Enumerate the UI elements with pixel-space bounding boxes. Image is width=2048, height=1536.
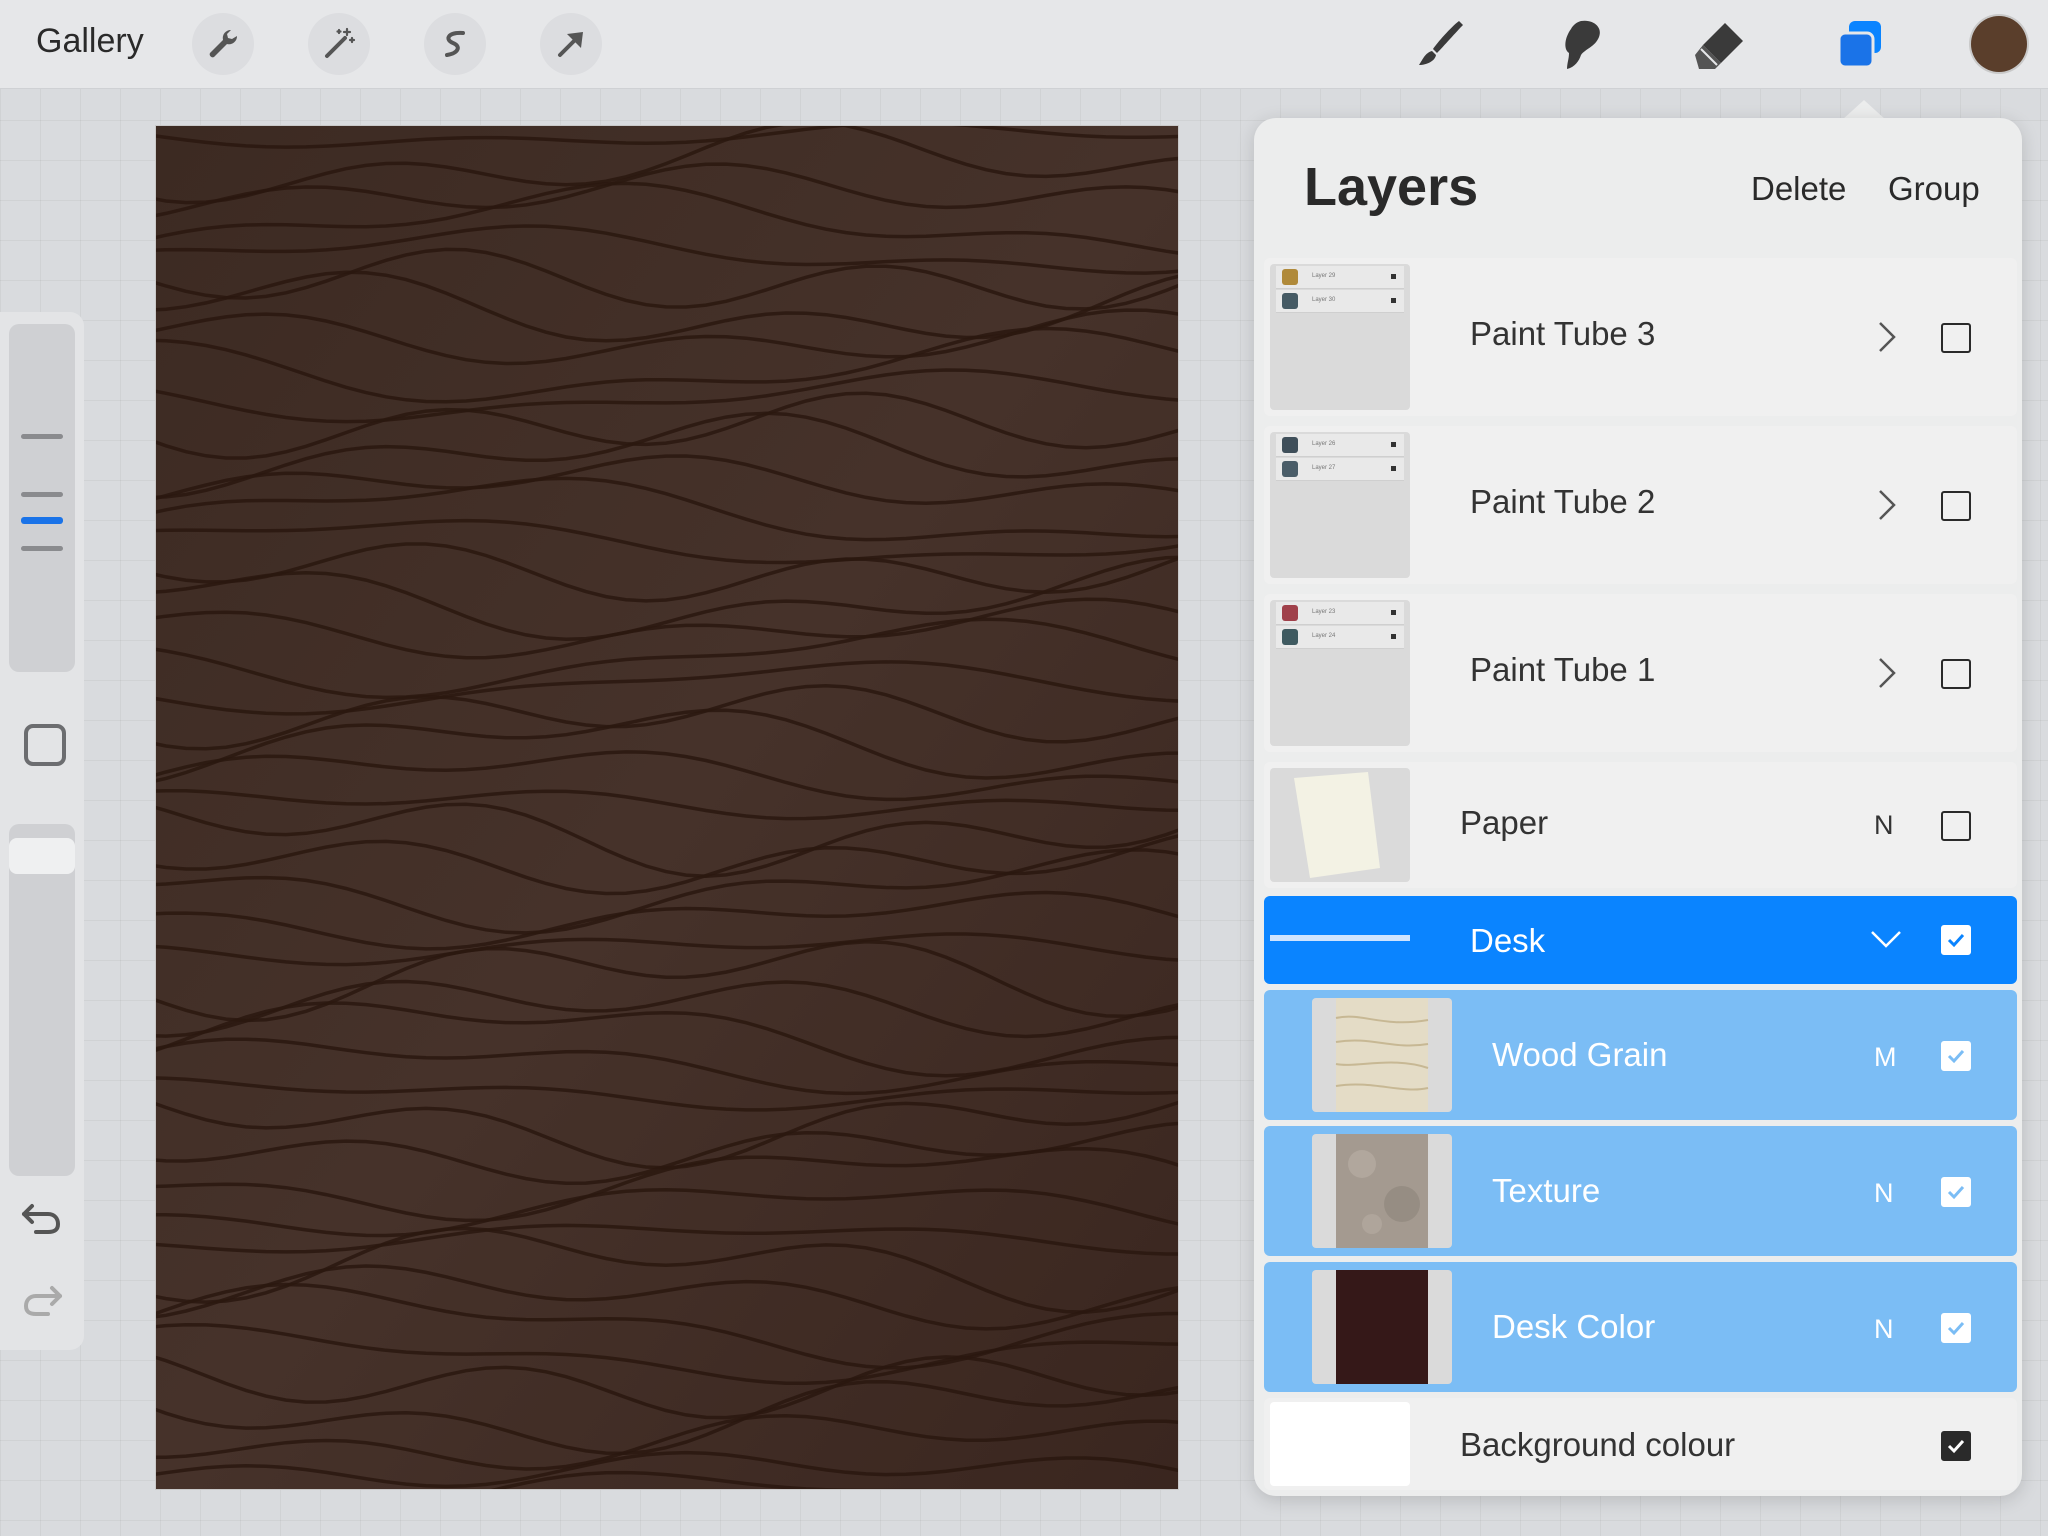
- top-toolbar: Gallery: [0, 0, 2048, 89]
- brush-icon[interactable]: [1408, 14, 1472, 74]
- layer-group-row[interactable]: Layer 29 Layer 30 Paint Tube 3: [1264, 258, 2017, 416]
- mini-layer-row: Layer 30: [1276, 290, 1404, 313]
- drawing-canvas[interactable]: [155, 125, 1179, 1490]
- size-tick: [21, 434, 63, 439]
- brush-size-slider[interactable]: [9, 324, 75, 672]
- layer-name: Texture: [1492, 1172, 1601, 1209]
- mini-layer-row: Layer 23: [1276, 602, 1404, 625]
- layer-name: Background colour: [1460, 1426, 1736, 1463]
- checkmark-icon: [1947, 933, 1965, 948]
- layer-visibility-checkbox[interactable]: [1941, 1431, 1971, 1461]
- wrench-icon[interactable]: [192, 13, 254, 75]
- layer-row-child[interactable]: Wood Grain M: [1264, 990, 2017, 1120]
- layer-visibility-checkbox[interactable]: [1941, 1313, 1971, 1343]
- layer-thumbnail: Layer 26 Layer 27: [1270, 432, 1410, 578]
- chevron-down-icon[interactable]: [1868, 920, 1904, 960]
- eraser-icon[interactable]: [1688, 14, 1752, 74]
- magic-wand-icon[interactable]: [308, 13, 370, 75]
- checkmark-icon: [1947, 1185, 1965, 1200]
- chevron-right-icon[interactable]: [1872, 653, 1900, 693]
- checkmark-icon: [1947, 1049, 1965, 1064]
- layer-name: Wood Grain: [1492, 1036, 1668, 1073]
- layer-name: Paint Tube 3: [1470, 315, 1656, 352]
- color-picker-swatch[interactable]: [1971, 16, 2027, 72]
- layer-thumbnail: Layer 29 Layer 30: [1270, 264, 1410, 410]
- layer-row-child[interactable]: Desk Color N: [1264, 1262, 2017, 1392]
- layer-visibility-checkbox[interactable]: [1941, 323, 1971, 353]
- size-tick: [21, 546, 63, 551]
- layer-name: Desk Color: [1492, 1308, 1656, 1345]
- mini-layer-row: Layer 26: [1276, 434, 1404, 457]
- opacity-slider-handle[interactable]: [9, 838, 75, 874]
- layer-visibility-checkbox[interactable]: [1941, 491, 1971, 521]
- mini-layer-row: Layer 29: [1276, 266, 1404, 289]
- selection-icon[interactable]: [424, 13, 486, 75]
- layer-row[interactable]: Paper N: [1264, 762, 2017, 888]
- transform-arrow-icon[interactable]: [540, 13, 602, 75]
- blend-mode-label[interactable]: N: [1874, 810, 1894, 841]
- mini-layer-row: Layer 27: [1276, 458, 1404, 481]
- smudge-icon[interactable]: [1548, 14, 1612, 74]
- group-collapsed-bar: [1270, 935, 1410, 941]
- layer-group-row[interactable]: Layer 23 Layer 24 Paint Tube 1: [1264, 594, 2017, 752]
- layer-name: Desk: [1470, 922, 1546, 959]
- texture-thumbnail-art: [1336, 1134, 1428, 1248]
- chevron-right-icon[interactable]: [1872, 485, 1900, 525]
- layer-thumbnail: [1312, 1134, 1452, 1248]
- layer-visibility-checkbox[interactable]: [1941, 811, 1971, 841]
- mini-layer-row: Layer 24: [1276, 626, 1404, 649]
- checkmark-icon: [1947, 1321, 1965, 1336]
- layer-visibility-checkbox[interactable]: [1941, 1177, 1971, 1207]
- layer-name: Paint Tube 1: [1470, 651, 1656, 688]
- wood-grain-thumbnail-art: [1335, 998, 1429, 1112]
- group-button[interactable]: Group: [1888, 170, 1980, 208]
- redo-icon[interactable]: [18, 1274, 66, 1322]
- layer-group-row-selected[interactable]: Desk: [1264, 896, 2017, 984]
- blend-mode-label[interactable]: N: [1874, 1178, 1894, 1209]
- paper-thumbnail-art: [1294, 772, 1380, 878]
- gallery-button[interactable]: Gallery: [36, 22, 144, 61]
- blend-mode-label[interactable]: N: [1874, 1314, 1894, 1345]
- layer-thumbnail: [1312, 1270, 1452, 1384]
- layer-thumbnail: Layer 23 Layer 24: [1270, 600, 1410, 746]
- size-tick: [21, 492, 63, 497]
- modify-button[interactable]: [24, 724, 66, 766]
- blend-mode-label[interactable]: M: [1874, 1042, 1897, 1073]
- left-sidebar: [0, 312, 84, 1350]
- chevron-right-icon[interactable]: [1872, 317, 1900, 357]
- size-slider-handle[interactable]: [21, 517, 63, 524]
- checkmark-icon: [1947, 1439, 1965, 1454]
- layer-visibility-checkbox[interactable]: [1941, 659, 1971, 689]
- layers-panel-title: Layers: [1304, 157, 1479, 217]
- layer-name: Paper: [1460, 804, 1549, 841]
- layers-panel: Layers Delete Group Layer 29 Layer 30 Pa…: [1254, 118, 2022, 1496]
- layer-name: Paint Tube 2: [1470, 483, 1656, 520]
- background-layer-row[interactable]: Background colour: [1264, 1398, 2017, 1490]
- delete-button[interactable]: Delete: [1751, 170, 1846, 208]
- desk-color-swatch: [1336, 1270, 1428, 1384]
- layer-visibility-checkbox[interactable]: [1941, 925, 1971, 955]
- wood-grain-artwork: [156, 126, 1178, 1489]
- layers-icon[interactable]: [1828, 14, 1892, 74]
- layer-visibility-checkbox[interactable]: [1941, 1041, 1971, 1071]
- undo-icon[interactable]: [18, 1192, 66, 1240]
- opacity-slider[interactable]: [9, 824, 75, 1176]
- layer-group-row[interactable]: Layer 26 Layer 27 Paint Tube 2: [1264, 426, 2017, 584]
- layer-thumbnail: [1312, 998, 1452, 1112]
- background-colour-swatch[interactable]: [1270, 1402, 1410, 1486]
- layer-thumbnail: [1270, 768, 1410, 882]
- popover-arrow: [1842, 100, 1886, 120]
- layer-row-child[interactable]: Texture N: [1264, 1126, 2017, 1256]
